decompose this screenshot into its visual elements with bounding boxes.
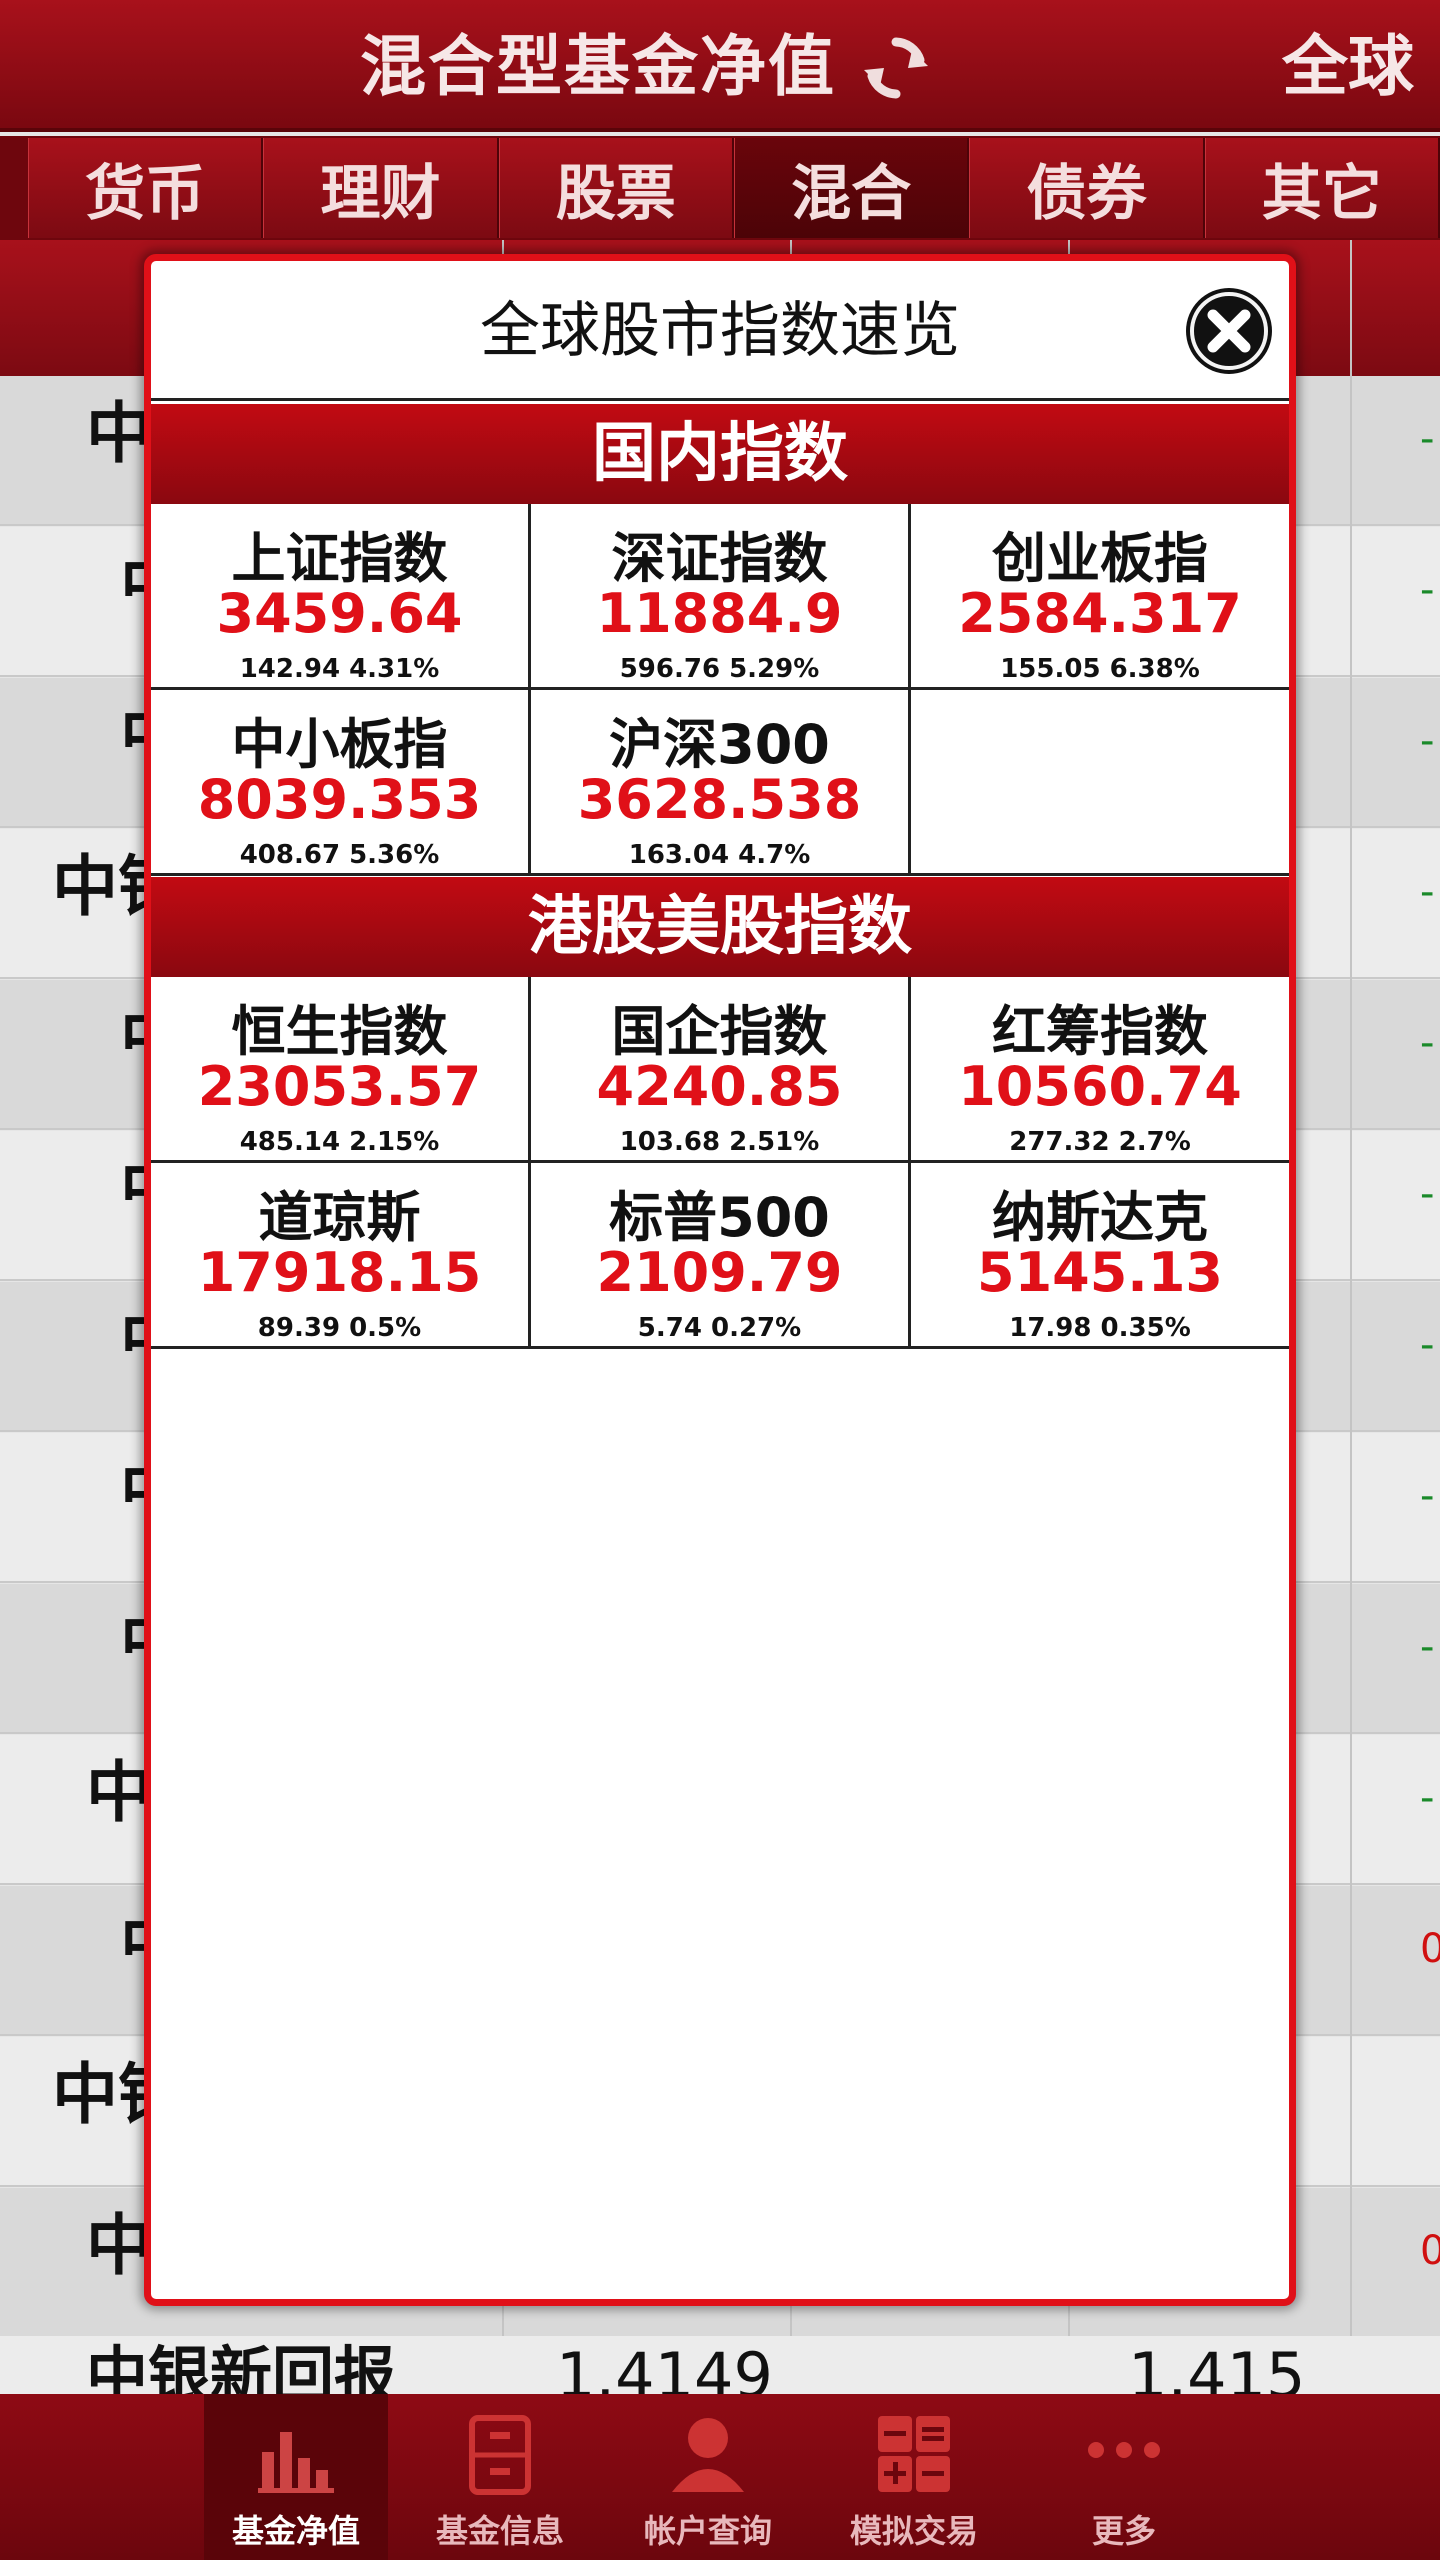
index-value: 2584.317 [958, 582, 1242, 645]
app-header: 混合型基金净值 全球 [0, 0, 1440, 132]
index-change: 103.68 2.51% [619, 1127, 820, 1157]
dialog-title: 全球股市指数速览 [151, 261, 1289, 401]
nav-label: 模拟交易 [849, 2512, 978, 2550]
index-row: 中小板指 8039.353 408.67 5.36% 沪深300 3628.538 163… [151, 690, 1289, 876]
index-cell[interactable]: 上证指数 3459.64 142.94 4.31% [151, 504, 531, 687]
fund-change: - [1420, 1473, 1435, 1519]
index-value: 3459.64 [216, 582, 463, 645]
index-row: 上证指数 3459.64 142.94 4.31% 深证指数 11884.9 596.76… [151, 504, 1289, 690]
index-change: 408.67 5.36% [239, 840, 440, 870]
table-row[interactable]: 中银新回报 1.4149 1.415 [0, 2336, 1440, 2394]
fund-change: - [1420, 1775, 1435, 1821]
index-value: 10560.74 [958, 1055, 1242, 1118]
nav-fund-info[interactable]: 基金信息 [408, 2394, 592, 2560]
tab-stock[interactable]: 股票 [498, 138, 734, 238]
foreign-index-grid: 恒生指数 23053.57 485.14 2.15% 国企指数 4240.85 103.6… [151, 977, 1289, 1349]
tab-other[interactable]: 其它 [1204, 138, 1440, 238]
index-cell[interactable]: 道琼斯 17918.15 89.39 0.5% [151, 1163, 531, 1346]
index-change: 485.14 2.15% [239, 1127, 440, 1157]
index-value: 4240.85 [596, 1055, 843, 1118]
index-change: 17.98 0.35% [1009, 1313, 1191, 1343]
index-row: 恒生指数 23053.57 485.14 2.15% 国企指数 4240.85 103.6… [151, 977, 1289, 1163]
index-cell[interactable]: 标普500 2109.79 5.74 0.27% [531, 1163, 911, 1346]
fund-change: - [1420, 869, 1435, 915]
domestic-index-grid: 上证指数 3459.64 142.94 4.31% 深证指数 11884.9 596.76… [151, 504, 1289, 876]
index-change: 142.94 4.31% [239, 654, 440, 684]
fund-name: 中 [86, 2207, 152, 2284]
index-value: 2109.79 [596, 1241, 843, 1304]
foreign-section-heading: 港股美股指数 [151, 877, 1289, 977]
nav-simulated-trading[interactable]: 模拟交易 [822, 2394, 1006, 2560]
tab-bond[interactable]: 债券 [969, 138, 1205, 238]
refresh-icon[interactable] [858, 30, 934, 106]
bottom-navigation: 基金净值 基金信息 帐户查询 模拟交易 更多 [0, 2394, 1440, 2560]
close-icon[interactable] [1183, 285, 1275, 377]
tab-wealth[interactable]: 理财 [263, 138, 499, 238]
nav-label: 更多 [1091, 2512, 1156, 2550]
index-cell[interactable]: 恒生指数 23053.57 485.14 2.15% [151, 977, 531, 1160]
fund-change: - [1420, 1322, 1435, 1368]
index-cell[interactable]: 纳斯达克 5145.13 17.98 0.35% [911, 1163, 1289, 1346]
nav-label: 基金净值 [231, 2512, 360, 2550]
index-change: 277.32 2.7% [1009, 1127, 1191, 1157]
fund-nav: 1.4149 [556, 2339, 773, 2394]
fund-change: 0 [1420, 2228, 1440, 2274]
fund-change: - [1420, 1624, 1435, 1670]
page-title: 混合型基金净值 [360, 28, 836, 105]
fund-change: - [1420, 1020, 1435, 1066]
nav-label: 帐户查询 [643, 2512, 772, 2550]
calculator-icon [878, 2416, 950, 2492]
index-change: 596.76 5.29% [619, 654, 820, 684]
index-change: 5.74 0.27% [637, 1313, 802, 1343]
index-change: 163.04 4.7% [628, 840, 811, 870]
tab-currency[interactable]: 货币 [28, 138, 264, 238]
more-dots-icon [1088, 2442, 1160, 2458]
index-cell[interactable]: 中小板指 8039.353 408.67 5.36% [151, 690, 531, 873]
fund-name: 中 [86, 395, 152, 472]
user-icon [672, 2418, 744, 2492]
index-change: 89.39 0.5% [257, 1313, 422, 1343]
tab-mixed[interactable]: 混合 [733, 138, 970, 238]
index-cell[interactable]: 红筹指数 10560.74 277.32 2.7% [911, 977, 1289, 1160]
index-value: 11884.9 [596, 582, 843, 645]
fund-acc-nav: 1.415 [1128, 2339, 1306, 2394]
index-value: 23053.57 [197, 1055, 482, 1118]
index-value: 17918.15 [197, 1241, 482, 1304]
index-value: 8039.353 [197, 768, 482, 831]
index-cell[interactable]: 国企指数 4240.85 103.68 2.51% [531, 977, 911, 1160]
fund-change: - [1420, 1171, 1435, 1217]
index-cell[interactable]: 沪深300 3628.538 163.04 4.7% [531, 690, 911, 873]
category-tabs: 货币 理财 股票 混合 债券 其它 [0, 136, 1440, 240]
global-index-dialog: 全球股市指数速览 国内指数 上证指数 3459.64 142.94 4.31% 深证指… [144, 254, 1296, 2306]
index-row: 道琼斯 17918.15 89.39 0.5% 标普500 2109.79 5.74 0.… [151, 1163, 1289, 1349]
bar-chart-icon [258, 2432, 334, 2493]
empty-index-cell [911, 690, 1289, 873]
fund-change: - [1420, 718, 1435, 764]
domestic-section-heading: 国内指数 [151, 404, 1289, 504]
index-cell[interactable]: 深证指数 11884.9 596.76 5.29% [531, 504, 911, 687]
index-cell[interactable]: 创业板指 2584.317 155.05 6.38% [911, 504, 1289, 687]
index-value: 5145.13 [977, 1241, 1223, 1304]
global-markets-button[interactable]: 全球 [1282, 24, 1414, 110]
fund-name: 中 [86, 1754, 152, 1831]
index-change: 155.05 6.38% [1000, 654, 1200, 684]
file-cabinet-icon [469, 2415, 531, 2495]
nav-account-query[interactable]: 帐户查询 [616, 2394, 800, 2560]
index-value: 3628.538 [577, 768, 862, 831]
nav-label: 基金信息 [435, 2512, 564, 2550]
fund-change: - [1420, 416, 1435, 462]
nav-fund-nav[interactable]: 基金净值 [204, 2394, 388, 2560]
fund-change: - [1420, 567, 1435, 613]
fund-name: 中银新回报 [86, 2339, 397, 2394]
fund-change: 0 [1420, 1926, 1440, 1972]
column-divider [1350, 240, 1352, 2394]
nav-more[interactable]: 更多 [1032, 2394, 1216, 2560]
